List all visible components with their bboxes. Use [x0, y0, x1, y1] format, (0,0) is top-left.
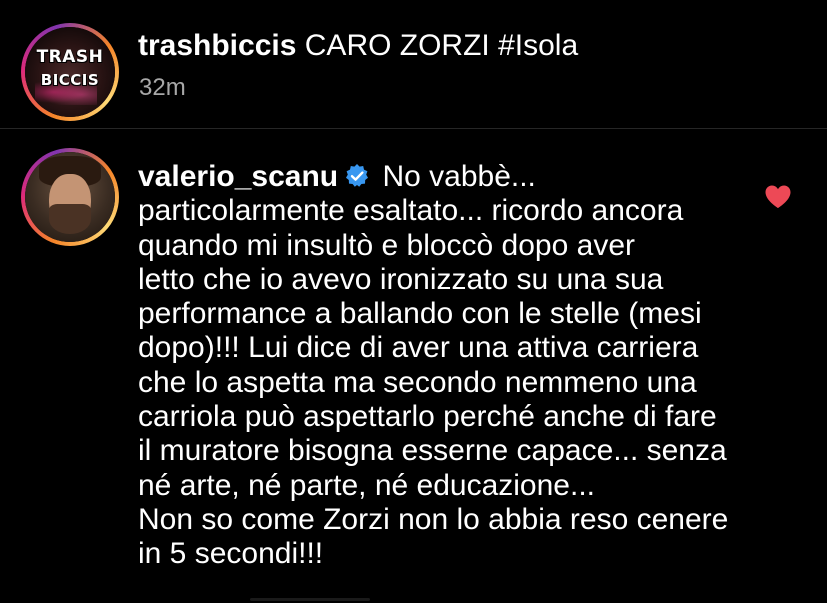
trashbiccis-avatar-image: TRASH BICCIS [25, 27, 115, 117]
comment-username[interactable]: valerio_scanu [138, 160, 338, 193]
verified-badge-icon [344, 163, 370, 189]
post-caption: CARO ZORZI #Isola [304, 29, 579, 62]
valerio-scanu-avatar[interactable] [21, 148, 119, 246]
avatar-logo-line-2: BICCIS [40, 71, 100, 89]
divider [0, 128, 827, 129]
comment-body: valerio_scanu No vabbè... particolarment… [138, 160, 758, 572]
instagram-comment-screen: TRASH BICCIS trashbiccis CARO ZORZI #Iso… [0, 0, 827, 603]
post-header: TRASH BICCIS trashbiccis CARO ZORZI #Iso… [0, 0, 827, 127]
trashbiccis-avatar[interactable]: TRASH BICCIS [21, 23, 119, 121]
avatar-beard [49, 204, 91, 234]
valerio-scanu-avatar-image [25, 152, 115, 242]
post-timestamp: 32m [139, 74, 186, 101]
scroll-edge [250, 598, 370, 601]
avatar-logo-line-1: TRASH [36, 47, 104, 67]
comment-first-line: No vabbè... [382, 160, 536, 193]
comment-text: particolarmente esaltato... ricordo anco… [138, 194, 729, 571]
post-caption-line: trashbiccis CARO ZORZI #Isola [138, 28, 578, 64]
post-username[interactable]: trashbiccis [138, 29, 296, 62]
heart-icon[interactable] [764, 184, 792, 210]
